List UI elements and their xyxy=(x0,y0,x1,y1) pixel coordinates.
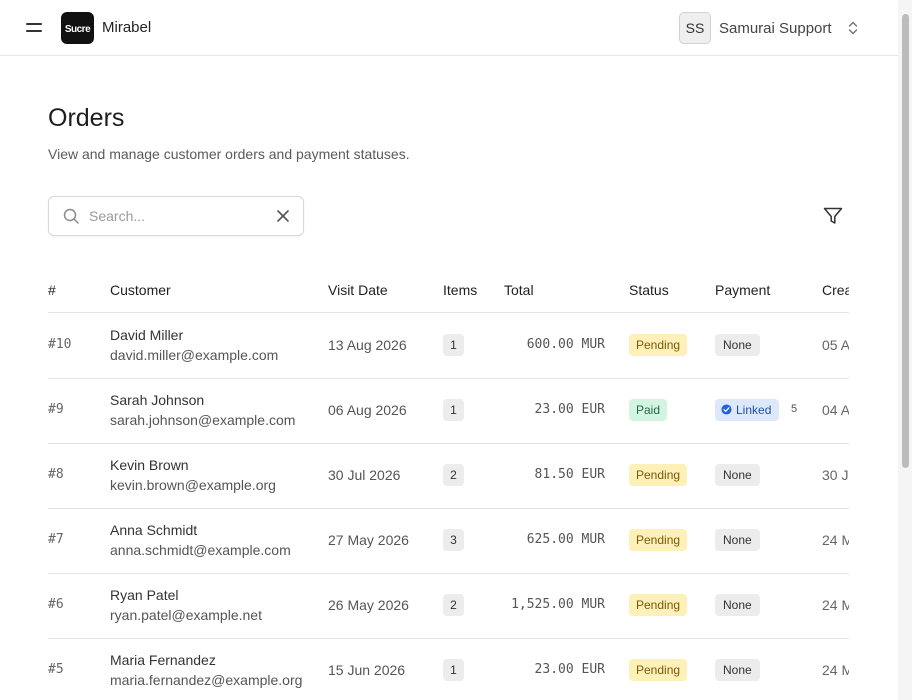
check-circle-icon xyxy=(721,404,732,415)
payment-badge: None xyxy=(715,334,760,356)
items-count-badge: 2 xyxy=(443,594,464,616)
page-subtitle: View and manage customer orders and paym… xyxy=(48,146,410,162)
visit-date: 13 Aug 2026 xyxy=(328,337,407,353)
orders-table: # Customer Visit Date Items Total Status… xyxy=(48,270,849,700)
chevron-up-down-icon xyxy=(848,21,858,35)
status-badge: Pending xyxy=(629,464,688,486)
app-name: Mirabel xyxy=(102,19,152,36)
items-count-badge: 2 xyxy=(443,464,464,486)
payment-badge: None xyxy=(715,659,760,681)
customer-name: Maria Fernandez xyxy=(110,652,216,668)
user-name: Samurai Support xyxy=(719,20,832,37)
items-count-badge: 3 xyxy=(443,529,464,551)
table-row[interactable]: #7 Anna Schmidt anna.schmidt@example.com… xyxy=(48,508,849,574)
column-header-customer[interactable]: Customer xyxy=(110,282,171,298)
top-bar: Sucre Mirabel SS Samurai Support xyxy=(0,0,898,56)
order-id: #8 xyxy=(48,467,64,482)
order-id: #9 xyxy=(48,402,64,417)
visit-date: 06 Aug 2026 xyxy=(328,402,407,418)
customer-name: David Miller xyxy=(110,327,184,343)
created-date: 05 Aug 2026 xyxy=(822,337,849,353)
visit-date: 30 Jul 2026 xyxy=(328,467,401,483)
table-row[interactable]: #10 David Miller david.miller@example.co… xyxy=(48,313,849,379)
payment-badge: None xyxy=(715,464,760,486)
column-header-payment[interactable]: Payment xyxy=(715,282,770,298)
order-id: #7 xyxy=(48,532,64,547)
order-total: 23.00 EUR xyxy=(534,402,605,417)
customer-email: kevin.brown@example.org xyxy=(110,477,276,493)
customer-email: anna.schmidt@example.com xyxy=(110,542,291,558)
menu-button[interactable] xyxy=(22,16,46,40)
app-logo[interactable]: Sucre xyxy=(61,12,94,44)
search-icon xyxy=(63,208,79,224)
customer-name: Sarah Johnson xyxy=(110,392,205,408)
order-id: #6 xyxy=(48,597,64,612)
logo-text: Sucre xyxy=(64,24,91,35)
filter-icon[interactable] xyxy=(822,205,844,227)
status-badge: Paid xyxy=(629,399,668,421)
payment-badge: None xyxy=(715,529,760,551)
column-header-created[interactable]: Created xyxy=(822,282,849,298)
order-total: 600.00 MUR xyxy=(526,337,605,352)
created-date: 24 May 2026 xyxy=(822,532,849,548)
visit-date: 26 May 2026 xyxy=(328,597,409,613)
payment-count: 5 xyxy=(791,403,798,415)
order-total: 1,525.00 MUR xyxy=(511,597,605,612)
scrollbar-thumb[interactable] xyxy=(902,14,909,468)
search-box xyxy=(48,196,304,236)
search-input[interactable] xyxy=(89,206,269,226)
items-count-badge: 1 xyxy=(443,334,464,356)
items-count-badge: 1 xyxy=(443,399,464,421)
visit-date: 27 May 2026 xyxy=(328,532,409,548)
status-badge: Pending xyxy=(629,529,688,551)
hamburger-menu-icon xyxy=(26,23,42,25)
status-badge: Pending xyxy=(629,334,688,356)
table-row[interactable]: #8 Kevin Brown kevin.brown@example.org 3… xyxy=(48,443,849,509)
visit-date: 15 Jun 2026 xyxy=(328,662,406,678)
payment-badge: None xyxy=(715,594,760,616)
payment-label: Linked xyxy=(736,403,772,417)
customer-email: david.miller@example.com xyxy=(110,347,279,363)
customer-email: maria.fernandez@example.org xyxy=(110,672,303,688)
table-row[interactable]: #5 Maria Fernandez maria.fernandez@examp… xyxy=(48,638,849,700)
column-header-status[interactable]: Status xyxy=(629,282,669,298)
order-total: 625.00 MUR xyxy=(526,532,605,547)
customer-email: ryan.patel@example.net xyxy=(110,607,262,623)
created-date: 24 May 2026 xyxy=(822,662,849,678)
order-total: 23.00 EUR xyxy=(534,662,605,677)
order-id: #5 xyxy=(48,662,64,677)
close-icon[interactable] xyxy=(276,209,290,223)
user-menu[interactable]: SS Samurai Support xyxy=(679,12,869,44)
column-header-items[interactable]: Items xyxy=(443,282,477,298)
created-date: 30 Jul 2026 xyxy=(822,467,849,483)
order-id: #10 xyxy=(48,337,72,352)
customer-name: Ryan Patel xyxy=(110,587,179,603)
items-count-badge: 1 xyxy=(443,659,464,681)
column-header-visit-date[interactable]: Visit Date xyxy=(328,282,388,298)
column-header-id[interactable]: # xyxy=(48,282,56,298)
avatar: SS xyxy=(679,12,711,44)
customer-name: Anna Schmidt xyxy=(110,522,198,538)
created-date: 04 Aug 2026 xyxy=(822,402,849,418)
table-row[interactable]: #6 Ryan Patel ryan.patel@example.net 26 … xyxy=(48,573,849,639)
column-header-total[interactable]: Total xyxy=(504,282,534,298)
created-date: 24 May 2026 xyxy=(822,597,849,613)
payment-linked-badge[interactable]: Linked xyxy=(715,399,780,421)
status-badge: Pending xyxy=(629,594,688,616)
status-badge: Pending xyxy=(629,659,688,681)
table-row[interactable]: #9 Sarah Johnson sarah.johnson@example.c… xyxy=(48,378,849,444)
page-title: Orders xyxy=(48,104,125,132)
customer-email: sarah.johnson@example.com xyxy=(110,412,296,428)
customer-name: Kevin Brown xyxy=(110,457,189,473)
order-total: 81.50 EUR xyxy=(534,467,605,482)
